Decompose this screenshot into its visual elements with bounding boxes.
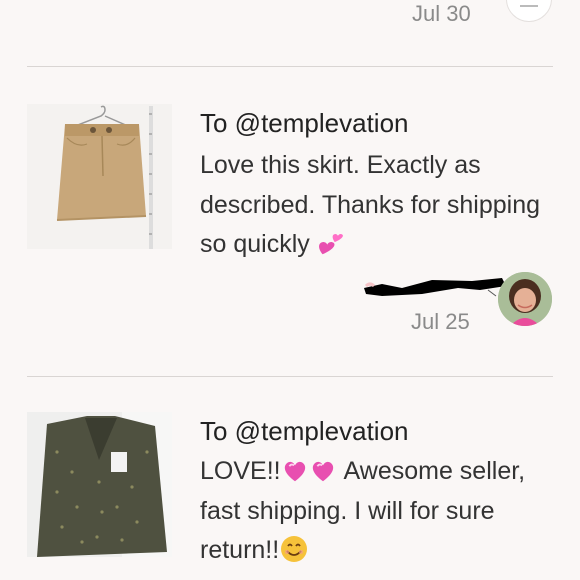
sparkling-heart-icon	[284, 461, 305, 482]
redacted-username	[364, 278, 506, 297]
smiling-face-icon	[281, 536, 308, 562]
review-date-top: Jul 30	[412, 1, 471, 26]
review-recipient[interactable]: To @templevation	[200, 108, 409, 139]
review-recipient[interactable]: To @templevation	[200, 416, 409, 447]
avatar[interactable]	[498, 272, 552, 326]
review-date: Jul 25	[411, 309, 470, 334]
review-text: LOVE!! Awesome seller, fast shipping. I …	[200, 452, 545, 571]
review-text: Love this skirt. Exactly as described. T…	[200, 146, 545, 265]
two-hearts-icon	[318, 234, 343, 255]
listing-thumbnail-skirt[interactable]	[27, 104, 172, 249]
review-body: Love this skirt. Exactly as described. T…	[200, 151, 541, 258]
sparkling-heart-icon	[312, 461, 333, 482]
skirt-image	[27, 104, 172, 249]
divider	[27, 376, 553, 377]
review-body-part1: LOVE!!	[200, 457, 281, 485]
avatar-photo	[498, 272, 552, 326]
blouse-image	[27, 412, 172, 557]
minus-icon	[520, 5, 538, 7]
more-options-button[interactable]	[506, 0, 552, 22]
listing-thumbnail-blouse[interactable]	[27, 412, 172, 557]
divider	[27, 66, 553, 67]
